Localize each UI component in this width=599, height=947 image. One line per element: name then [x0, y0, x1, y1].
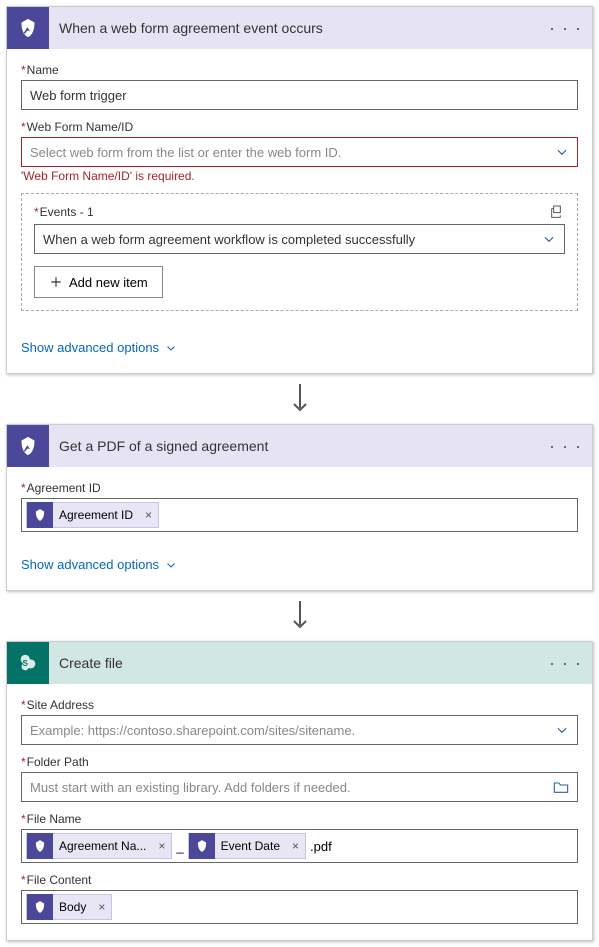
- token-event-date[interactable]: Event Date ×: [188, 833, 306, 859]
- add-item-button[interactable]: Add new item: [34, 266, 163, 298]
- adobe-sign-icon: [189, 833, 215, 859]
- trigger-card: When a web form agreement event occurs ·…: [6, 6, 593, 374]
- card-title: Get a PDF of a signed agreement: [59, 438, 549, 454]
- adobe-sign-icon: [27, 833, 53, 859]
- show-advanced-link[interactable]: Show advanced options: [21, 340, 177, 355]
- events-label: *Events - 1: [34, 205, 94, 219]
- webform-error: 'Web Form Name/ID' is required.: [21, 169, 578, 183]
- card-body: *Site Address Example: https://contoso.s…: [7, 684, 592, 940]
- site-address-label: *Site Address: [21, 698, 578, 712]
- adobe-sign-icon: [7, 425, 49, 467]
- card-body: *Agreement ID Agreement ID ×: [7, 467, 592, 546]
- advanced-options: Show advanced options: [7, 329, 592, 373]
- folder-picker-icon[interactable]: [553, 780, 569, 794]
- svg-text:S: S: [23, 659, 29, 668]
- card-header[interactable]: Get a PDF of a signed agreement · · ·: [7, 425, 592, 467]
- event-select[interactable]: When a web form agreement workflow is co…: [34, 224, 565, 254]
- action-card-createfile: S Create file · · · *Site Address Exampl…: [6, 641, 593, 941]
- flow-arrow: [6, 591, 593, 641]
- card-menu-button[interactable]: · · ·: [549, 18, 582, 39]
- adobe-sign-icon: [27, 502, 53, 528]
- chevron-down-icon: [542, 232, 556, 246]
- flow-arrow: [6, 374, 593, 424]
- events-repeater: *Events - 1 When a web form agreement wo…: [21, 193, 578, 311]
- token-body[interactable]: Body ×: [26, 894, 112, 920]
- show-advanced-link[interactable]: Show advanced options: [21, 557, 177, 572]
- token-remove[interactable]: ×: [152, 839, 171, 853]
- adobe-sign-icon: [7, 7, 49, 49]
- adobe-sign-icon: [27, 894, 53, 920]
- card-menu-button[interactable]: · · ·: [549, 653, 582, 674]
- webform-select[interactable]: Select web form from the list or enter t…: [21, 137, 578, 167]
- action-card-pdf: Get a PDF of a signed agreement · · · *A…: [6, 424, 593, 591]
- advanced-options: Show advanced options: [7, 546, 592, 590]
- token-remove[interactable]: ×: [286, 839, 305, 853]
- token-remove[interactable]: ×: [139, 508, 158, 522]
- card-header[interactable]: S Create file · · ·: [7, 642, 592, 684]
- file-content-input[interactable]: Body ×: [21, 890, 578, 924]
- file-content-label: *File Content: [21, 873, 578, 887]
- file-name-input[interactable]: Agreement Na... × _ Event Date × .pdf: [21, 829, 578, 863]
- card-title: When a web form agreement event occurs: [59, 20, 549, 36]
- agreement-id-input[interactable]: Agreement ID ×: [21, 498, 578, 532]
- reorder-icon[interactable]: [549, 204, 565, 220]
- folder-path-label: *Folder Path: [21, 755, 578, 769]
- name-label: *Name: [21, 63, 578, 77]
- card-body: *Name Web form trigger *Web Form Name/ID…: [7, 49, 592, 329]
- folder-path-input[interactable]: Must start with an existing library. Add…: [21, 772, 578, 802]
- card-title: Create file: [59, 655, 549, 671]
- chevron-down-icon: [555, 145, 569, 159]
- file-name-label: *File Name: [21, 812, 578, 826]
- sharepoint-icon: S: [7, 642, 49, 684]
- webform-label: *Web Form Name/ID: [21, 120, 578, 134]
- agreement-id-label: *Agreement ID: [21, 481, 578, 495]
- card-menu-button[interactable]: · · ·: [549, 436, 582, 457]
- token-agreement-id[interactable]: Agreement ID ×: [26, 502, 159, 528]
- token-remove[interactable]: ×: [92, 900, 111, 914]
- plus-icon: [49, 275, 63, 289]
- chevron-down-icon: [555, 723, 569, 737]
- name-input[interactable]: Web form trigger: [21, 80, 578, 110]
- card-header[interactable]: When a web form agreement event occurs ·…: [7, 7, 592, 49]
- token-agreement-name[interactable]: Agreement Na... ×: [26, 833, 172, 859]
- site-address-select[interactable]: Example: https://contoso.sharepoint.com/…: [21, 715, 578, 745]
